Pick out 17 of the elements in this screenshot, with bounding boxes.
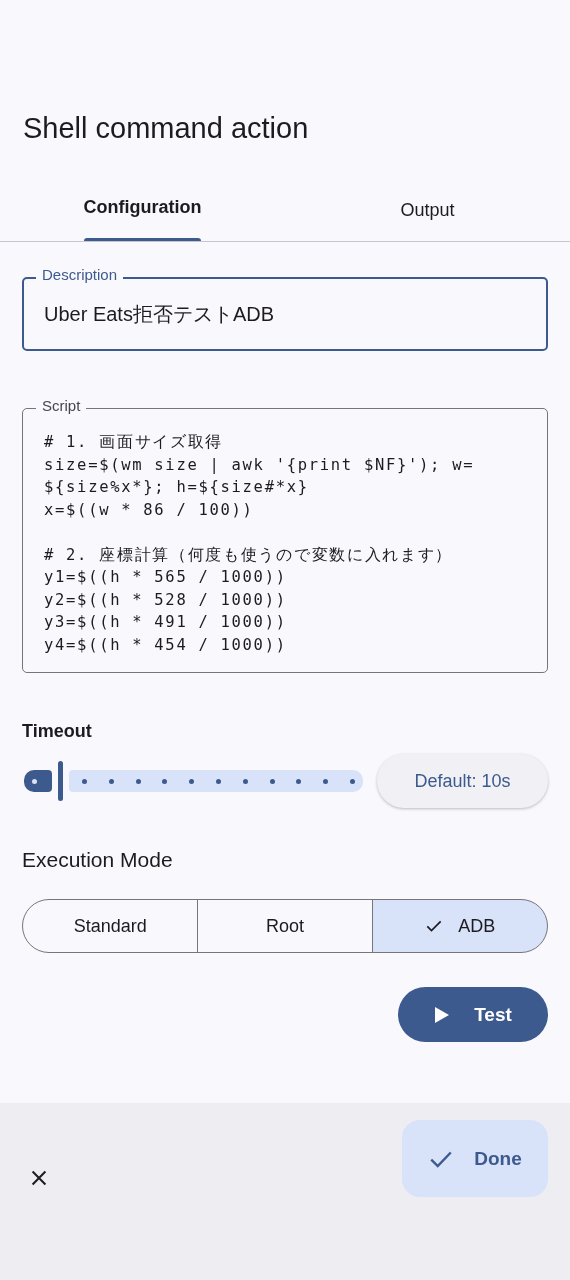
field-label: Description	[36, 266, 124, 284]
segment-button[interactable]: Root	[196, 899, 374, 953]
tab[interactable]: Output	[285, 177, 570, 241]
timeout-slider[interactable]	[58, 761, 363, 801]
slider-thumb[interactable]	[58, 761, 63, 801]
default-button[interactable]: Default: 10s	[377, 754, 548, 808]
test-button[interactable]: Test	[398, 987, 548, 1042]
segment-button[interactable]: Standard	[22, 899, 199, 953]
play-icon	[434, 1005, 451, 1024]
dialog-title: Shell command action	[22, 111, 310, 146]
segment-button[interactable]: ADB	[371, 899, 548, 953]
done-button[interactable]: Done	[402, 1120, 548, 1197]
slider-start-stop	[24, 770, 52, 792]
section-label: Timeout	[22, 721, 93, 742]
section-label: Execution Mode	[22, 848, 174, 872]
tab[interactable]: Configuration	[0, 177, 285, 241]
field-label: Script	[36, 397, 87, 415]
